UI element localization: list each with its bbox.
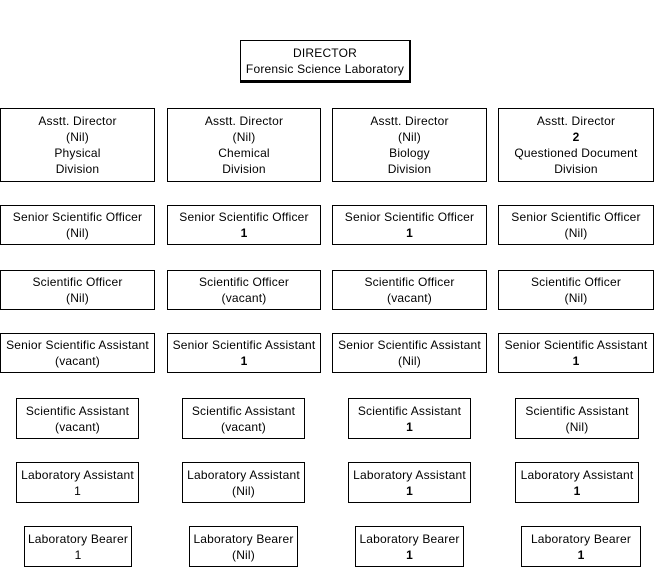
- division-label: Division: [554, 162, 598, 176]
- laboratory-bearer-box: Laboratory Bearer 1: [355, 526, 464, 567]
- position-title: Asstt. Director: [536, 114, 616, 128]
- position-title: Laboratory Assistant: [21, 467, 134, 482]
- position-count: 1: [74, 547, 82, 562]
- laboratory-bearer-box: Laboratory Bearer 1: [24, 526, 132, 567]
- position-title: Scientific Assistant: [191, 403, 296, 418]
- division-label: Physical: [54, 146, 101, 160]
- position-count: (vacant): [221, 291, 267, 305]
- director-box: DIRECTOR Forensic Science Laboratory: [240, 40, 411, 83]
- position-title: Senior Scientific Officer: [12, 210, 143, 224]
- position-count: (Nil): [232, 483, 255, 498]
- position-title: Asstt. Director: [38, 114, 117, 128]
- assistant-director-box: Asstt. Director (Nil) Biology Division: [332, 108, 487, 182]
- position-title: Laboratory Bearer: [193, 531, 294, 546]
- position-title: Senior Scientific Officer: [179, 210, 309, 224]
- position-title: Scientific Assistant: [357, 403, 462, 418]
- position-count: (Nil): [564, 291, 588, 305]
- scientific-assistant-box: Scientific Assistant 1: [348, 398, 471, 439]
- position-count: 1: [406, 419, 413, 434]
- position-count: 1: [572, 354, 580, 368]
- position-title: Scientific Officer: [198, 275, 290, 289]
- laboratory-assistant-box: Laboratory Assistant 1: [16, 462, 139, 503]
- scientific-officer-box: Scientific Officer (vacant): [167, 270, 321, 310]
- laboratory-assistant-box: Laboratory Assistant 1: [348, 462, 471, 503]
- position-count: 1: [406, 226, 413, 240]
- senior-scientific-assistant-box: Senior Scientific Assistant (Nil): [332, 333, 487, 373]
- position-title: Laboratory Assistant: [187, 467, 300, 482]
- position-count: (Nil): [66, 130, 89, 144]
- scientific-assistant-box: Scientific Assistant (Nil): [515, 398, 639, 439]
- position-title: Senior Scientific Assistant: [172, 338, 316, 352]
- position-count: 1: [577, 547, 585, 562]
- division-label: Chemical: [218, 146, 270, 160]
- position-count: 1: [406, 483, 413, 498]
- position-title: Laboratory Assistant: [353, 467, 466, 482]
- position-count: (Nil): [565, 419, 589, 434]
- position-count: 1: [240, 226, 248, 240]
- position-count: (vacant): [221, 419, 266, 434]
- position-title: Scientific Assistant: [525, 403, 629, 418]
- senior-scientific-assistant-box: Senior Scientific Assistant 1: [498, 333, 654, 373]
- position-title: Senior Scientific Assistant: [504, 338, 648, 352]
- position-title: Senior Scientific Officer: [511, 210, 641, 224]
- senior-scientific-officer-box: Senior Scientific Officer (Nil): [498, 205, 654, 245]
- position-count: 1: [240, 354, 248, 368]
- position-count: 2: [572, 130, 580, 144]
- position-title: Scientific Officer: [32, 275, 123, 289]
- position-count: (Nil): [398, 130, 421, 144]
- scientific-assistant-box: Scientific Assistant (vacant): [16, 398, 139, 439]
- position-title: Scientific Officer: [530, 275, 622, 289]
- assistant-director-box: Asstt. Director (Nil) Physical Division: [0, 108, 155, 182]
- senior-scientific-officer-box: Senior Scientific Officer (Nil): [0, 205, 155, 245]
- position-title: Scientific Assistant: [25, 403, 130, 418]
- division-label: Questioned Document: [514, 146, 638, 160]
- laboratory-bearer-box: Laboratory Bearer (Nil): [189, 526, 298, 567]
- position-title: Laboratory Assistant: [520, 467, 634, 482]
- position-count: (Nil): [564, 226, 588, 240]
- senior-scientific-assistant-box: Senior Scientific Assistant (vacant): [0, 333, 155, 373]
- senior-scientific-officer-box: Senior Scientific Officer 1: [332, 205, 487, 245]
- position-count: (Nil): [398, 354, 421, 368]
- division-label: Division: [222, 162, 266, 176]
- position-count: 1: [406, 547, 413, 562]
- position-title: Laboratory Bearer: [27, 531, 129, 546]
- scientific-officer-box: Scientific Officer (vacant): [332, 270, 487, 310]
- scientific-officer-box: Scientific Officer (Nil): [0, 270, 155, 310]
- position-count: (Nil): [232, 130, 256, 144]
- director-subtitle: Forensic Science Laboratory: [245, 61, 405, 76]
- laboratory-assistant-box: Laboratory Assistant 1: [515, 462, 639, 503]
- division-label: Biology: [389, 146, 430, 160]
- laboratory-assistant-box: Laboratory Assistant (Nil): [182, 462, 305, 503]
- position-title: Senior Scientific Assistant: [6, 338, 149, 352]
- position-title: Asstt. Director: [370, 114, 449, 128]
- scientific-officer-box: Scientific Officer (Nil): [498, 270, 654, 310]
- director-title: DIRECTOR: [292, 45, 358, 60]
- position-count: (vacant): [55, 419, 100, 434]
- position-title: Laboratory Bearer: [359, 531, 460, 546]
- position-title: Asstt. Director: [204, 114, 284, 128]
- position-title: Scientific Officer: [364, 275, 455, 289]
- assistant-director-box: Asstt. Director (Nil) Chemical Division: [167, 108, 321, 182]
- position-count: (Nil): [232, 547, 255, 562]
- division-label: Division: [387, 162, 432, 176]
- senior-scientific-assistant-box: Senior Scientific Assistant 1: [167, 333, 321, 373]
- senior-scientific-officer-box: Senior Scientific Officer 1: [167, 205, 321, 245]
- position-count: 1: [573, 483, 581, 498]
- laboratory-bearer-box: Laboratory Bearer 1: [521, 526, 641, 567]
- position-count: (Nil): [66, 291, 89, 305]
- position-title: Senior Scientific Assistant: [338, 338, 481, 352]
- position-title: Senior Scientific Officer: [344, 210, 475, 224]
- assistant-director-box: Asstt. Director 2 Questioned Document Divis…: [498, 108, 654, 182]
- position-count: (vacant): [387, 291, 432, 305]
- position-count: (vacant): [55, 354, 100, 368]
- division-label: Division: [55, 162, 100, 176]
- position-title: Laboratory Bearer: [530, 531, 632, 546]
- position-count: 1: [74, 483, 81, 498]
- scientific-assistant-box: Scientific Assistant (vacant): [182, 398, 305, 439]
- position-count: (Nil): [66, 226, 89, 240]
